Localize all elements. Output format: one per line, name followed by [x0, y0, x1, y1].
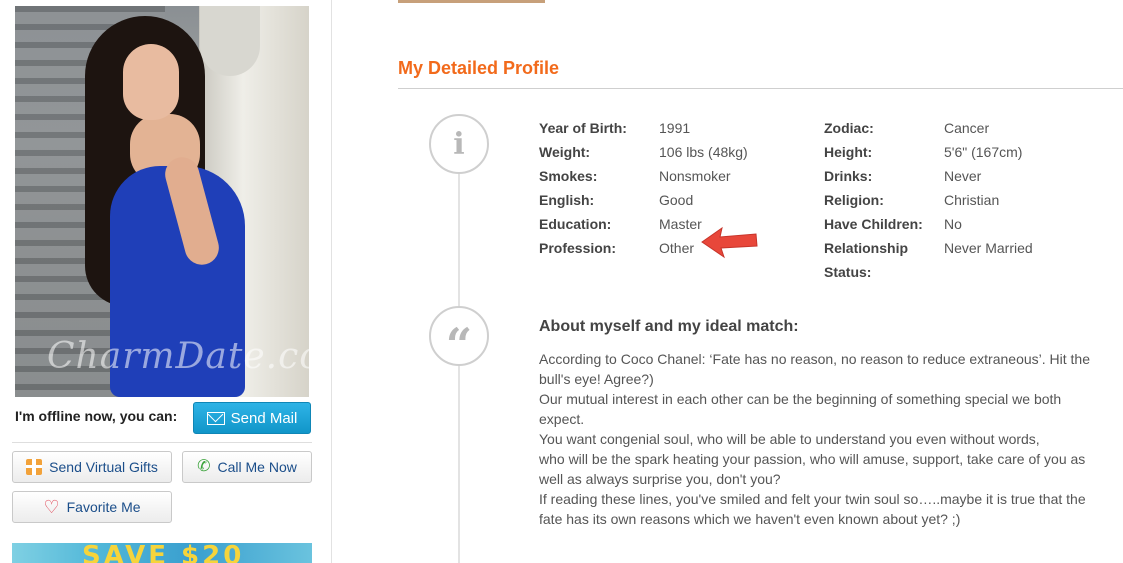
- offline-status-text: I'm offline now, you can:: [15, 408, 178, 424]
- detail-value: 106 lbs (48kg): [659, 144, 748, 160]
- send-mail-button[interactable]: Send Mail: [193, 402, 311, 434]
- detail-label: English:: [539, 192, 595, 208]
- photo-background-urn: [200, 6, 260, 76]
- detail-row: Height: 5'6" (167cm): [824, 140, 1104, 164]
- detail-label: Relationship Status:: [824, 240, 909, 280]
- detail-value: Christian: [944, 192, 1000, 208]
- detail-label: Education:: [539, 216, 612, 232]
- send-virtual-gifts-label: Send Virtual Gifts: [49, 459, 158, 475]
- about-paragraph: You want congenial soul, who will be abl…: [539, 431, 1040, 447]
- detail-row: Drinks: Never: [824, 164, 1104, 188]
- about-paragraph: who will be the spark heating your passi…: [539, 451, 1086, 487]
- section-title-rule: [398, 88, 1123, 89]
- detail-row: Weight: 106 lbs (48kg): [539, 140, 819, 164]
- detail-label: Smokes:: [539, 168, 598, 184]
- offline-row: I'm offline now, you can: Send Mail: [15, 402, 315, 436]
- send-mail-label: Send Mail: [230, 409, 298, 427]
- photo-watermark: CharmDate.com: [47, 336, 309, 377]
- call-me-now-label: Call Me Now: [217, 459, 297, 475]
- detail-row: English: Good: [539, 188, 819, 212]
- detail-row: Year of Birth: 1991: [539, 116, 819, 140]
- detail-row: Education: Master: [539, 212, 819, 236]
- about-paragraph: According to Coco Chanel: ‘Fate has no r…: [539, 351, 1090, 387]
- heart-icon: ♡: [43, 497, 60, 517]
- mail-icon: [206, 411, 225, 425]
- detail-value: 5'6" (167cm): [944, 144, 1023, 160]
- promo-banner-text: SAVE $20: [82, 543, 245, 563]
- detail-value: Never: [944, 168, 982, 184]
- detail-row: Relationship Status: Never Married: [824, 236, 1104, 284]
- about-paragraph: If reading these lines, you've smiled an…: [539, 491, 1086, 527]
- detail-label: Year of Birth:: [539, 120, 627, 136]
- promo-banner[interactable]: SAVE $20: [12, 543, 312, 563]
- left-column: CharmDate.com I'm offline now, you can: …: [0, 0, 332, 563]
- red-arrow-annotation: [701, 226, 758, 259]
- send-virtual-gifts-button[interactable]: Send Virtual Gifts: [12, 451, 172, 483]
- favorite-me-button[interactable]: ♡ Favorite Me: [12, 491, 172, 523]
- detail-label: Religion:: [824, 192, 884, 208]
- detail-row: Zodiac: Cancer: [824, 116, 1104, 140]
- detail-value: Good: [659, 192, 694, 208]
- about-paragraph: Our mutual interest in each other can be…: [539, 391, 1062, 427]
- details-column-left: Year of Birth: 1991 Weight: 106 lbs (48k…: [539, 116, 819, 260]
- favorite-me-label: Favorite Me: [66, 499, 141, 515]
- contact-divider: [12, 442, 312, 443]
- gift-icon: [26, 459, 43, 475]
- detail-value: Never Married: [944, 240, 1033, 256]
- about-text: According to Coco Chanel: ‘Fate has no r…: [539, 349, 1099, 529]
- detail-value: No: [944, 216, 962, 232]
- call-me-now-button[interactable]: ✆ Call Me Now: [182, 451, 312, 483]
- info-icon: i: [429, 114, 489, 174]
- detail-row: Smokes: Nonsmoker: [539, 164, 819, 188]
- detail-row: Religion: Christian: [824, 188, 1104, 212]
- phone-icon: ✆: [197, 458, 211, 475]
- detail-label: Weight:: [539, 144, 591, 160]
- detail-label: Zodiac:: [824, 120, 874, 136]
- detail-value: Cancer: [944, 120, 990, 136]
- detail-row: Profession: Other: [539, 236, 819, 260]
- detail-label: Have Children:: [824, 216, 923, 232]
- detail-label: Height:: [824, 144, 873, 160]
- detail-row: Have Children: No: [824, 212, 1104, 236]
- section-title: My Detailed Profile: [398, 58, 560, 78]
- detail-label: Drinks:: [824, 168, 873, 184]
- detail-value: Nonsmoker: [659, 168, 731, 184]
- profile-photo[interactable]: CharmDate.com: [15, 6, 309, 397]
- detail-label: Profession:: [539, 240, 617, 256]
- detail-value: 1991: [659, 120, 691, 136]
- photo-face: [123, 44, 179, 120]
- about-title: About myself and my ideal match:: [539, 318, 799, 335]
- details-column-right: Zodiac: Cancer Height: 5'6" (167cm) Drin…: [824, 116, 1104, 284]
- quote-icon: “: [429, 306, 489, 372]
- photo-thumbnail-strip[interactable]: [398, 0, 545, 3]
